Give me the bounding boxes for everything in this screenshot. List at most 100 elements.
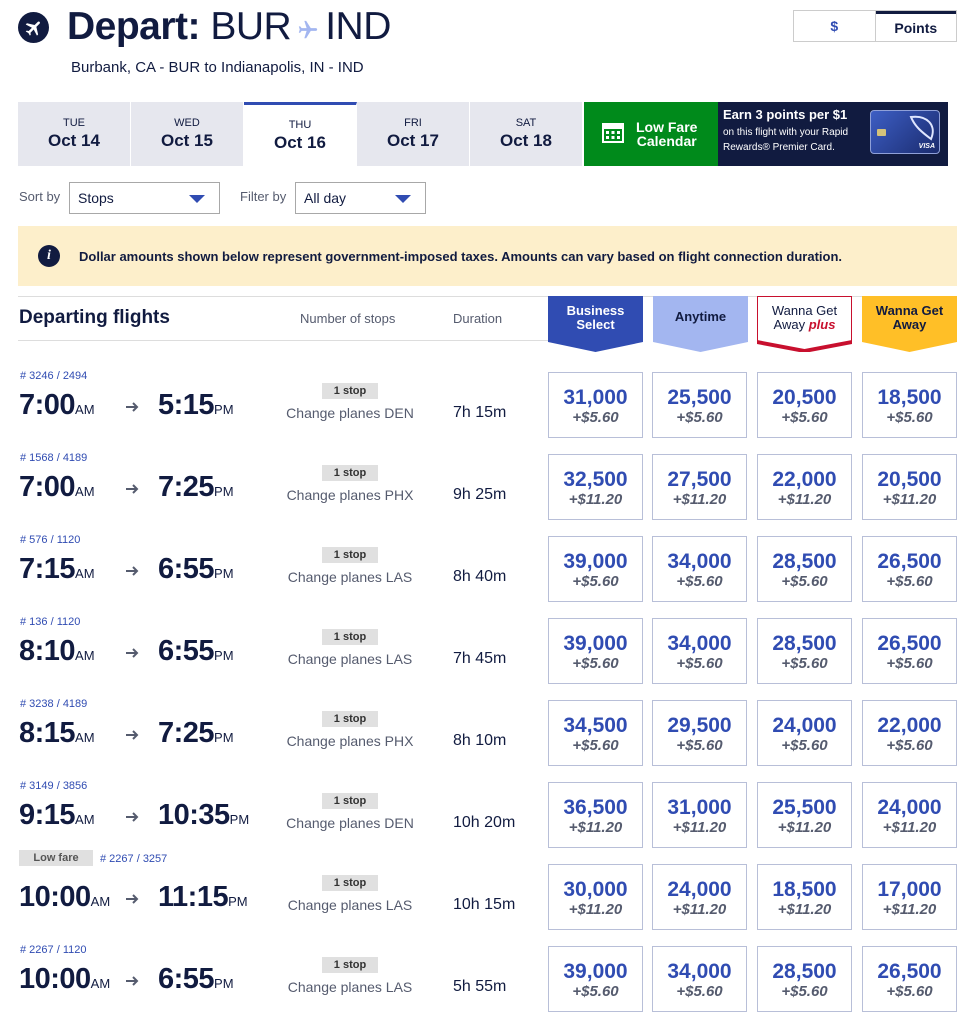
departure-ampm: AM <box>90 894 111 909</box>
fare-button[interactable]: 25,500 +$5.60 <box>652 372 747 438</box>
flight-numbers[interactable]: # 136 / 1120 <box>20 616 80 628</box>
fare-header-line1: Wanna Get <box>771 303 838 318</box>
stops-badge[interactable]: 1 stop <box>322 629 378 645</box>
connection-info: Change planes LAS <box>287 651 413 667</box>
fare-button[interactable]: 31,000 +$5.60 <box>548 372 643 438</box>
fare-button[interactable]: 32,500 +$11.20 <box>548 454 643 520</box>
date-tab-date: Oct 17 <box>387 131 439 150</box>
connection-info: Change planes LAS <box>287 569 413 585</box>
fare-button[interactable]: 34,500 +$5.60 <box>548 700 643 766</box>
arrival-ampm: PM <box>229 812 250 827</box>
fare-button[interactable]: 36,500 +$11.20 <box>548 782 643 848</box>
date-tab[interactable]: WED Oct 15 <box>131 102 244 166</box>
flight-duration: 10h 15m <box>453 896 516 913</box>
fare-tax: +$11.20 <box>777 901 832 918</box>
fare-points: 17,000 <box>877 878 942 901</box>
flight-numbers[interactable]: # 3238 / 4189 <box>20 698 87 710</box>
flight-duration: 7h 15m <box>453 404 507 421</box>
date-tab-selected[interactable]: THU Oct 16 <box>244 102 357 166</box>
fare-button[interactable]: 20,500 +$11.20 <box>862 454 957 520</box>
fare-button[interactable]: 39,000 +$5.60 <box>548 946 643 1012</box>
credit-card-promo[interactable]: Earn 3 points per $1 on this flight with… <box>718 102 948 166</box>
departure-time-value: 8:10 <box>19 635 76 667</box>
stops-badge[interactable]: 1 stop <box>322 957 378 973</box>
fare-button[interactable]: 26,500 +$5.60 <box>862 618 957 684</box>
fare-button[interactable]: 31,000 +$11.20 <box>652 782 747 848</box>
fare-header-line2: Away <box>773 317 806 332</box>
stops-badge[interactable]: 1 stop <box>322 875 378 891</box>
flight-numbers[interactable]: # 2267 / 3257 <box>100 853 167 865</box>
fare-button[interactable]: 28,500 +$5.60 <box>757 618 852 684</box>
fare-button[interactable]: 39,000 +$5.60 <box>548 536 643 602</box>
stops-badge[interactable]: 1 stop <box>322 547 378 563</box>
fare-button[interactable]: 18,500 +$5.60 <box>862 372 957 438</box>
fare-tax: +$5.60 <box>572 983 619 1000</box>
flight-numbers[interactable]: # 2267 / 1120 <box>20 944 86 956</box>
flight-duration: 8h 40m <box>453 568 507 585</box>
fare-points: 24,000 <box>772 714 837 737</box>
fare-button[interactable]: 17,000 +$11.20 <box>862 864 957 930</box>
points-option[interactable]: Points <box>875 11 956 41</box>
fare-button[interactable]: 24,000 +$11.20 <box>652 864 747 930</box>
date-tab[interactable]: SAT Oct 18 <box>470 102 583 166</box>
fare-points: 32,500 <box>563 468 628 491</box>
fare-header-wanna-get-away-plus: Wanna Get Away plus <box>757 296 852 352</box>
stops-badge[interactable]: 1 stop <box>322 711 378 727</box>
sort-select[interactable]: Stops <box>69 182 220 214</box>
fare-button[interactable]: 24,000 +$5.60 <box>757 700 852 766</box>
fare-button[interactable]: 34,000 +$5.60 <box>652 618 747 684</box>
flight-numbers[interactable]: # 1568 / 4189 <box>20 452 87 464</box>
flight-numbers[interactable]: # 3246 / 2494 <box>20 370 87 382</box>
arrival-time: 10:35PM <box>158 799 249 832</box>
filter-label: Filter by <box>240 189 287 204</box>
low-fare-calendar-button[interactable]: Low Fare Calendar <box>584 102 718 166</box>
arrival-time: 11:15PM <box>158 881 248 914</box>
date-tab-dow: SAT <box>515 117 537 129</box>
fare-button[interactable]: 26,500 +$5.60 <box>862 946 957 1012</box>
dollar-option[interactable]: $ <box>794 11 876 41</box>
fare-points: 25,500 <box>772 796 837 819</box>
filter-value: All day <box>304 190 347 206</box>
fare-button[interactable]: 29,500 +$5.60 <box>652 700 747 766</box>
fare-button[interactable]: 20,500 +$5.60 <box>757 372 852 438</box>
arrival-time-value: 7:25 <box>158 717 215 749</box>
fare-button[interactable]: 25,500 +$11.20 <box>757 782 852 848</box>
promo-body: on this flight with your Rapid Rewards® P… <box>723 125 873 155</box>
connection-info: Change planes PHX <box>286 487 414 503</box>
arrival-time-value: 6:55 <box>158 963 215 995</box>
fare-button[interactable]: 27,500 +$11.20 <box>652 454 747 520</box>
fare-button[interactable]: 26,500 +$5.60 <box>862 536 957 602</box>
fare-button[interactable]: 34,000 +$5.60 <box>652 536 747 602</box>
departure-time-value: 10:00 <box>19 963 91 995</box>
fare-header-line1: Business <box>566 303 625 318</box>
fare-tax: +$11.20 <box>568 901 623 918</box>
fare-button[interactable]: 24,000 +$11.20 <box>862 782 957 848</box>
fare-button[interactable]: 22,000 +$5.60 <box>862 700 957 766</box>
fare-button[interactable]: 28,500 +$5.60 <box>757 946 852 1012</box>
fare-tax: +$11.20 <box>777 819 832 836</box>
fare-points: 39,000 <box>563 960 628 983</box>
fare-button[interactable]: 30,000 +$11.20 <box>548 864 643 930</box>
date-tab[interactable]: FRI Oct 17 <box>357 102 470 166</box>
flight-numbers[interactable]: # 3149 / 3856 <box>20 780 87 792</box>
fare-tax: +$11.20 <box>672 819 727 836</box>
stops-badge[interactable]: 1 stop <box>322 383 378 399</box>
chevron-down-icon <box>395 195 411 203</box>
fare-button[interactable]: 22,000 +$11.20 <box>757 454 852 520</box>
fare-button[interactable]: 39,000 +$5.60 <box>548 618 643 684</box>
flight-numbers[interactable]: # 576 / 1120 <box>20 534 80 546</box>
card-brand: VISA <box>918 143 935 150</box>
departure-time: 10:00AM <box>19 963 110 996</box>
date-tab[interactable]: TUE Oct 14 <box>18 102 131 166</box>
filter-select[interactable]: All day <box>295 182 426 214</box>
arrival-time-value: 11:15 <box>158 881 229 913</box>
fare-button[interactable]: 28,500 +$5.60 <box>757 536 852 602</box>
fare-points: 25,500 <box>667 386 732 409</box>
departure-time-value: 7:15 <box>19 553 76 585</box>
fare-button[interactable]: 34,000 +$5.60 <box>652 946 747 1012</box>
connection-info: Change planes LAS <box>287 979 413 995</box>
stops-badge[interactable]: 1 stop <box>322 793 378 809</box>
fare-button[interactable]: 18,500 +$11.20 <box>757 864 852 930</box>
arrival-time: 7:25PM <box>158 717 234 750</box>
stops-badge[interactable]: 1 stop <box>322 465 378 481</box>
